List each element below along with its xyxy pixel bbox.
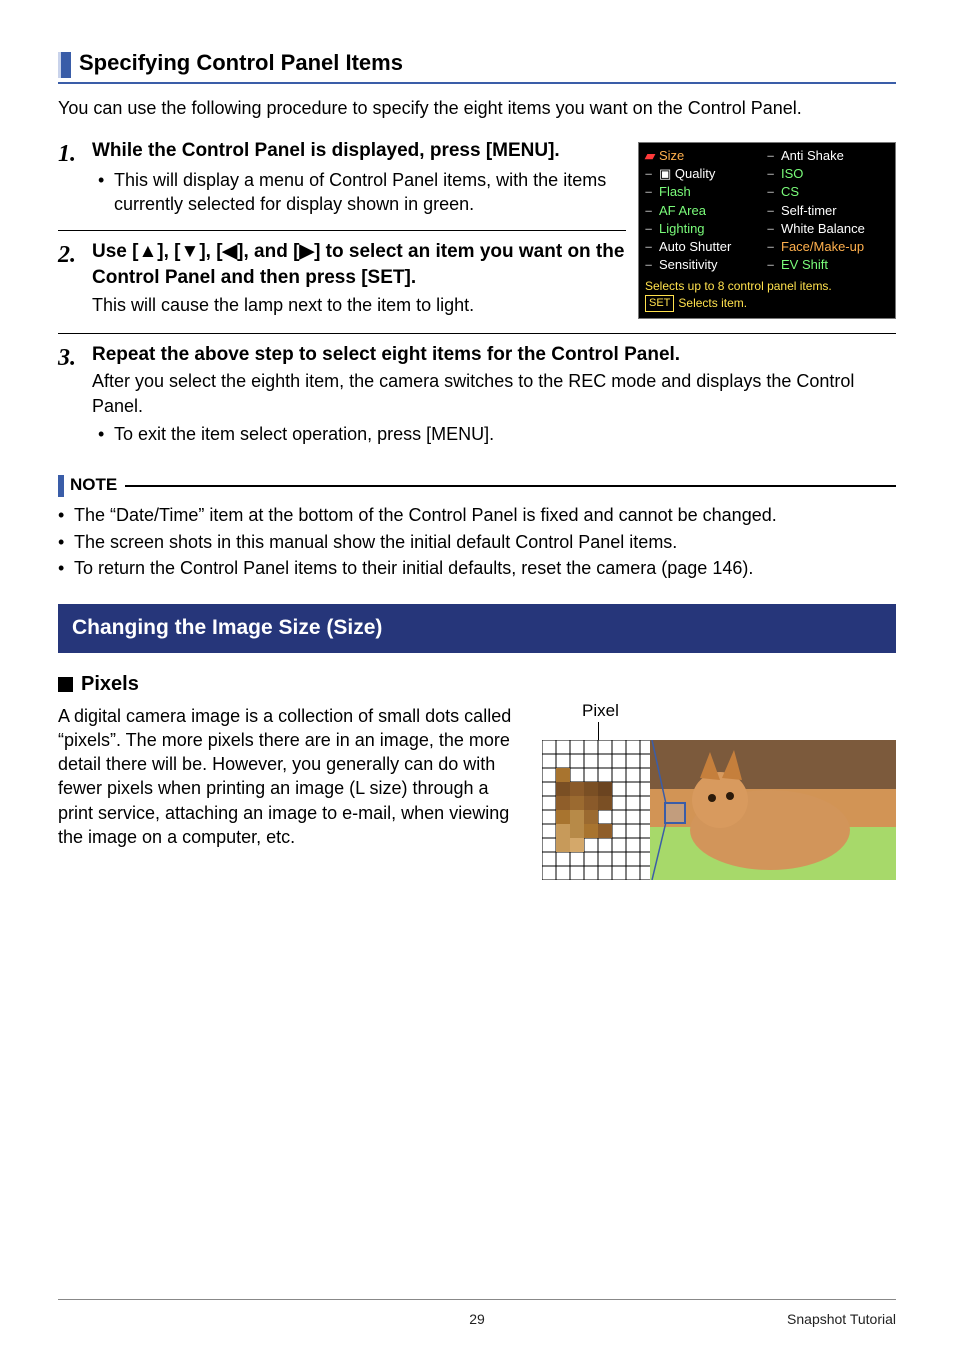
menu-item-label: ▣ Quality	[659, 165, 715, 183]
menu-item-label: Sensitivity	[659, 256, 718, 274]
bullet-dot: •	[58, 556, 74, 580]
note-list: •The “Date/Time” item at the bottom of t…	[58, 503, 896, 580]
check-icon: –	[645, 220, 655, 238]
note-item: The “Date/Time” item at the bottom of th…	[74, 503, 777, 527]
check-icon: –	[645, 165, 655, 183]
menu-item-label: Flash	[659, 183, 691, 201]
step-subtext: This will cause the lamp next to the ite…	[92, 293, 626, 317]
sample-photo	[650, 740, 896, 880]
camera-menu-screenshot: ▰Size –Anti Shake –▣ Quality –ISO –Flash…	[638, 142, 896, 320]
black-square-icon	[58, 677, 73, 692]
footer-section-name: Snapshot Tutorial	[787, 1310, 896, 1329]
step-bullet: To exit the item select operation, press…	[114, 422, 896, 446]
left-arrow-icon: ◀	[223, 239, 238, 265]
subsection-title: Pixels	[81, 671, 139, 698]
page-footer: 29 Snapshot Tutorial	[58, 1299, 896, 1329]
menu-item-label: Face/Make-up	[781, 238, 864, 256]
menu-item-label: Size	[659, 147, 684, 165]
check-icon: –	[645, 202, 655, 220]
step-divider	[58, 333, 896, 334]
check-icon: –	[767, 183, 777, 201]
page-number: 29	[469, 1310, 485, 1329]
step-bullet: This will display a menu of Control Pane…	[114, 168, 626, 217]
pixels-body-text: A digital camera image is a collection o…	[58, 704, 542, 850]
step-subtext: After you select the eighth item, the ca…	[92, 369, 896, 418]
title-mid1: ], [	[157, 241, 180, 262]
step-divider	[58, 230, 626, 231]
zoom-region-indicator	[664, 802, 686, 824]
down-arrow-icon: ▼	[181, 239, 200, 265]
section-heading: Specifying Control Panel Items	[58, 48, 896, 84]
pixel-grid-icon	[542, 740, 652, 880]
menu-item-label: CS	[781, 183, 799, 201]
table-row: –Sensitivity –EV Shift	[645, 256, 889, 274]
table-row: –Auto Shutter –Face/Make-up	[645, 238, 889, 256]
step-title: While the Control Panel is displayed, pr…	[92, 138, 626, 164]
note-item: The screen shots in this manual show the…	[74, 530, 677, 554]
step-number: 1.	[58, 138, 92, 216]
section-banner: Changing the Image Size (Size)	[58, 604, 896, 652]
menu-item-label: Self-timer	[781, 202, 837, 220]
section-intro: You can use the following procedure to s…	[58, 96, 896, 120]
right-arrow-icon: ▶	[299, 239, 314, 265]
check-icon: –	[767, 165, 777, 183]
check-icon: ▰	[645, 147, 655, 165]
heading-accent-bar	[58, 52, 71, 78]
bullet-dot: •	[58, 503, 74, 527]
step-title: Use [▲], [▼], [◀], and [▶] to select an …	[92, 239, 626, 290]
table-row: ▰Size –Anti Shake	[645, 147, 889, 165]
step-3: 3. Repeat the above step to select eight…	[58, 342, 896, 457]
check-icon: –	[645, 238, 655, 256]
step-number: 3.	[58, 342, 92, 447]
step-number: 2.	[58, 239, 92, 317]
note-heading: NOTE	[58, 474, 896, 497]
note-rule	[125, 485, 896, 487]
title-mid3: ], and [	[237, 241, 299, 262]
check-icon: –	[645, 183, 655, 201]
check-icon: –	[767, 202, 777, 220]
menu-footer-text: SET Selects item.	[645, 295, 889, 312]
step-1: 1. While the Control Panel is displayed,…	[58, 138, 626, 226]
menu-footer-text: Selects up to 8 control panel items.	[645, 278, 889, 295]
menu-item-label: ISO	[781, 165, 803, 183]
pixel-label: Pixel	[582, 700, 619, 723]
menu-item-label: White Balance	[781, 220, 865, 238]
cat-illustration-icon	[650, 740, 896, 880]
check-icon: –	[767, 147, 777, 165]
check-icon: –	[767, 238, 777, 256]
bullet-dot: •	[98, 168, 114, 217]
step-2: 2. Use [▲], [▼], [◀], and [▶] to select …	[58, 239, 626, 327]
pixel-figure: Pixel	[542, 704, 896, 850]
step-title: Repeat the above step to select eight it…	[92, 342, 896, 368]
menu-item-label: Lighting	[659, 220, 705, 238]
title-pre: Use [	[92, 241, 138, 262]
note-item: To return the Control Panel items to the…	[74, 556, 753, 580]
menu-item-label: Auto Shutter	[659, 238, 731, 256]
table-row: –AF Area –Self-timer	[645, 202, 889, 220]
note-label: NOTE	[70, 474, 117, 497]
check-icon: –	[645, 256, 655, 274]
menu-item-label: AF Area	[659, 202, 706, 220]
title-mid2: ], [	[199, 241, 222, 262]
table-row: –Lighting –White Balance	[645, 220, 889, 238]
table-row: –Flash –CS	[645, 183, 889, 201]
set-box-icon: SET	[645, 295, 674, 312]
up-arrow-icon: ▲	[138, 239, 157, 265]
subsection-heading: Pixels	[58, 671, 896, 698]
menu-item-label: EV Shift	[781, 256, 828, 274]
table-row: –▣ Quality –ISO	[645, 165, 889, 183]
note-accent-bar	[58, 475, 64, 497]
section-title: Specifying Control Panel Items	[79, 48, 403, 78]
bullet-dot: •	[58, 530, 74, 554]
check-icon: –	[767, 220, 777, 238]
check-icon: –	[767, 256, 777, 274]
menu-item-label: Anti Shake	[781, 147, 844, 165]
menu-footer-label: Selects item.	[678, 295, 747, 312]
bullet-dot: •	[98, 422, 114, 446]
